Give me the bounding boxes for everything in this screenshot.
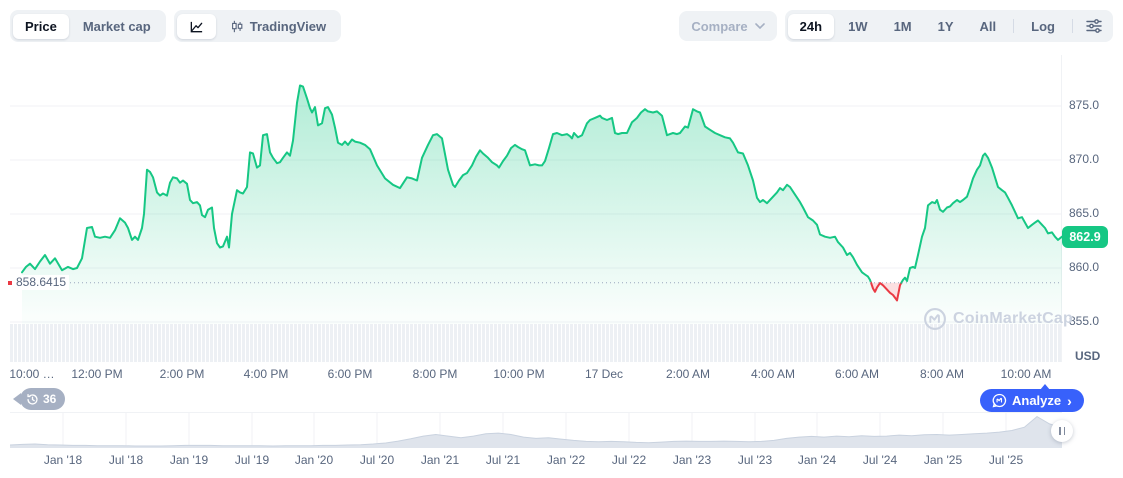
navigator-axis-label: Jul '23 (738, 453, 772, 467)
x-axis-label: 8:00 AM (920, 367, 964, 381)
navigator-axis-label: Jan '25 (924, 453, 962, 467)
navigator-axis-label: Jul '22 (612, 453, 646, 467)
navigator-brush-handle[interactable] (1051, 420, 1073, 442)
navigator-axis-label: Jan '24 (798, 453, 836, 467)
price-chart-page: Price Market cap (0, 0, 1123, 478)
navigator-axis-label: Jan '20 (295, 453, 333, 467)
x-axis-label: 4:00 AM (751, 367, 795, 381)
current-price-badge: 862.9 (1062, 226, 1108, 248)
navigator-axis-label: Jan '22 (547, 453, 585, 467)
watermark-text: CoinMarketCap (953, 310, 1073, 328)
navigator-axis-label: Jan '23 (673, 453, 711, 467)
unit-label: USD (1075, 349, 1100, 363)
navigator-axis-label: Jul '20 (360, 453, 394, 467)
analyze-button[interactable]: Analyze › (980, 389, 1084, 412)
x-axis-label: 6:00 AM (835, 367, 879, 381)
y-axis-label: 875.0 (1069, 98, 1099, 112)
x-axis-label: 2:00 AM (666, 367, 710, 381)
navigator-axis-label: Jan '18 (44, 453, 82, 467)
x-axis-label: 10:00 … (9, 367, 54, 381)
history-badge[interactable]: 36 (20, 388, 65, 410)
navigator-axis-label: Jul '21 (486, 453, 520, 467)
clock-history-icon (26, 393, 39, 406)
x-axis-label: 6:00 PM (328, 367, 373, 381)
open-price-label: 858.6415 (13, 275, 69, 290)
navigator-axis-label: Jul '24 (863, 453, 897, 467)
y-axis-label: 860.0 (1069, 260, 1099, 274)
analyze-logo-icon (992, 393, 1007, 408)
navigator-axis-label: Jan '19 (170, 453, 208, 467)
history-count: 36 (43, 392, 56, 406)
timeline-navigator[interactable] (10, 412, 1062, 448)
navigator-axis-label: Jul '25 (989, 453, 1023, 467)
price-chart-canvas[interactable] (10, 55, 1062, 362)
open-price-marker (8, 281, 12, 285)
y-axis-label: 870.0 (1069, 152, 1099, 166)
x-axis-label: 17 Dec (585, 367, 623, 381)
chevron-right-icon: › (1067, 393, 1072, 409)
navigator-axis-label: Jan '21 (421, 453, 459, 467)
x-axis-label: 4:00 PM (244, 367, 289, 381)
chart-area: 858.6415 875.0 870.0 865.0 860.0 855.0 862.9… (0, 0, 1123, 478)
navigator-axis-label: Jul '18 (109, 453, 143, 467)
x-axis-label: 10:00 AM (1001, 367, 1052, 381)
x-axis-label: 12:00 PM (71, 367, 122, 381)
coinmarketcap-logo-icon (923, 307, 947, 331)
watermark: CoinMarketCap (923, 307, 1073, 331)
y-axis-label: 855.0 (1069, 314, 1099, 328)
analyze-label: Analyze (1012, 393, 1061, 408)
navigator-axis-label: Jul '19 (235, 453, 269, 467)
x-axis-label: 10:00 PM (493, 367, 544, 381)
y-axis-label: 865.0 (1069, 206, 1099, 220)
x-axis-label: 8:00 PM (413, 367, 458, 381)
x-axis-label: 2:00 PM (160, 367, 205, 381)
